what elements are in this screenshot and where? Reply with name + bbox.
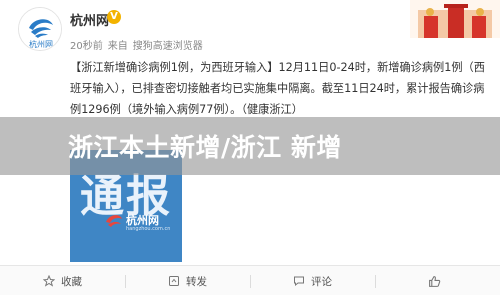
avatar[interactable]: 杭州网 (18, 7, 62, 51)
repost-label: 转发 (186, 275, 207, 288)
repost-button[interactable]: 转发 (125, 266, 250, 295)
account-name[interactable]: 杭州网 (70, 10, 109, 29)
comment-icon (294, 276, 304, 287)
overlay-headline: 浙江本土新增/浙江 新增 (68, 133, 342, 162)
like-button[interactable] (375, 266, 500, 295)
image-url: hangzhou.com.cn (126, 226, 171, 232)
post-source[interactable]: 搜狗高速浏览器 (133, 41, 203, 52)
post-meta: 20秒前 来自 搜狗高速浏览器 (70, 37, 208, 52)
favorite-button[interactable]: 收藏 (0, 266, 125, 295)
like-icon (429, 275, 441, 287)
verified-badge-icon: V (107, 10, 121, 24)
favorite-label: 收藏 (61, 275, 82, 288)
comment-button[interactable]: 评论 (250, 266, 375, 295)
festive-banner-image (410, 0, 500, 38)
repost-icon (169, 276, 179, 286)
star-icon (43, 275, 55, 287)
headline-overlay: 浙江本土新增/浙江 新增 (0, 117, 500, 175)
avatar-label: 杭州网 (29, 39, 53, 49)
meta-from: 来自 (107, 41, 128, 52)
comment-label: 评论 (311, 275, 332, 288)
post-time[interactable]: 20秒前 (70, 41, 103, 52)
post-text: 【浙江新增确诊病例1例，为西班牙输入】12月11日0-24时，新增确诊病例1例（… (70, 61, 485, 116)
weibo-post-card: 杭州网 杭州网 V 20秒前 来自 搜狗高速浏览器 【浙江新增确诊病例1例，为西班牙… (0, 0, 500, 295)
hangzhou-logo-icon: 杭州网 (19, 8, 61, 50)
action-bar: 收藏 转发 评论 (0, 265, 500, 295)
